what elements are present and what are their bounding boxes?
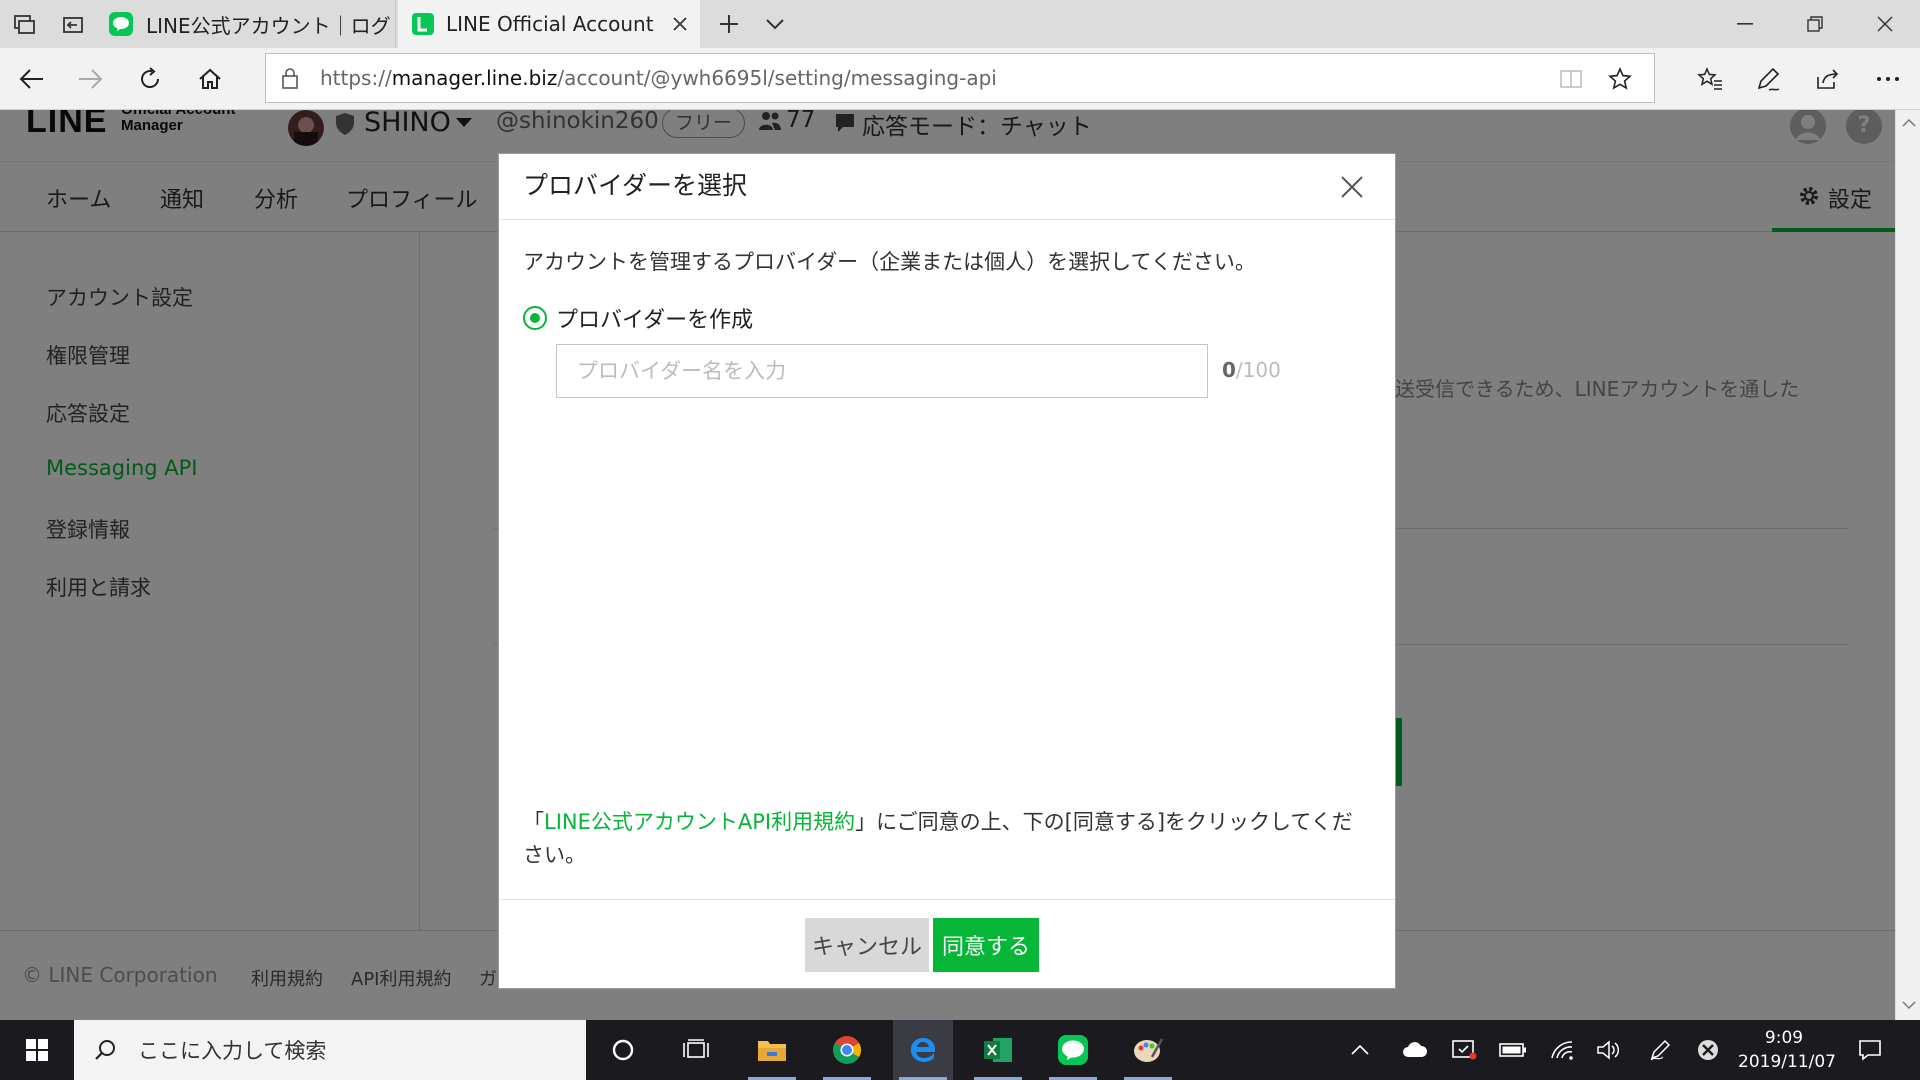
api-terms-link[interactable]: LINE公式アカウントAPI利用規約	[544, 810, 855, 834]
share-icon[interactable]	[1808, 60, 1848, 98]
chrome-icon[interactable]	[817, 1020, 877, 1080]
minimize-icon[interactable]	[1722, 9, 1768, 39]
scroll-up-icon[interactable]	[1902, 118, 1916, 128]
create-provider-radio[interactable]	[523, 306, 547, 330]
agree-button[interactable]: 同意する	[933, 918, 1039, 972]
search-placeholder: ここに入力して検索	[138, 1039, 327, 1063]
url-text[interactable]: https://manager.line.biz/account/@ywh669…	[320, 54, 997, 102]
select-provider-modal: プロバイダーを選択 アカウントを管理するプロバイダー（企業または個人）を選択して…	[498, 153, 1396, 989]
modal-header: プロバイダーを選択	[499, 154, 1395, 220]
refresh-icon[interactable]	[130, 60, 170, 98]
modal-description: アカウントを管理するプロバイダー（企業または個人）を選択してください。	[523, 250, 1256, 274]
line-chat-icon	[108, 11, 134, 37]
modal-footer: キャンセル 同意する	[499, 899, 1395, 989]
tab-line-oam-active[interactable]: LINE Official Account M	[398, 0, 700, 48]
restore-icon[interactable]	[1792, 9, 1838, 39]
lock-icon	[278, 66, 302, 90]
more-options-icon[interactable]	[1868, 60, 1908, 98]
cancel-button[interactable]: キャンセル	[805, 918, 929, 972]
volume-icon[interactable]	[1588, 1020, 1628, 1080]
windows-taskbar: ここに入力して検索 9:09 2019/11/07	[0, 1020, 1920, 1080]
forward-arrow-icon[interactable]	[70, 60, 110, 98]
windows-security-icon[interactable]	[1444, 1020, 1484, 1080]
pen-notes-icon[interactable]	[1748, 60, 1788, 98]
battery-icon[interactable]	[1493, 1020, 1533, 1080]
terms-prefix: 「	[523, 810, 544, 834]
windows-start-icon[interactable]	[7, 1020, 67, 1080]
clock-time: 9:09	[1764, 1028, 1804, 1048]
wifi-icon[interactable]	[1542, 1020, 1582, 1080]
char-count-max: /100	[1235, 358, 1281, 382]
close-tab-icon[interactable]	[665, 9, 695, 39]
browser-tab-bar: LINE公式アカウント｜ログイン画 LINE Official Account …	[0, 0, 1920, 48]
line-app-icon[interactable]	[1043, 1020, 1103, 1080]
clock-date: 2019/11/07	[1738, 1052, 1836, 1072]
excel-icon[interactable]	[968, 1020, 1028, 1080]
url-scheme: https://	[320, 66, 392, 90]
char-count-current: 0	[1222, 358, 1236, 382]
network-error-icon[interactable]	[1688, 1020, 1728, 1080]
onedrive-cloud-icon[interactable]	[1395, 1020, 1435, 1080]
back-arrow-icon[interactable]	[12, 60, 52, 98]
url-path: /account/@ywh6695l/setting/messaging-api	[557, 66, 997, 90]
terms-notice: 「LINE公式アカウントAPI利用規約」にご同意の上、下の[同意する]をクリック…	[523, 806, 1373, 872]
provider-name-input[interactable]	[556, 344, 1208, 398]
tab-label: LINE公式アカウント｜ログイン画	[146, 13, 391, 38]
taskbar-search-box[interactable]: ここに入力して検索	[74, 1020, 586, 1080]
address-bar[interactable]: https://manager.line.biz/account/@ywh669…	[265, 53, 1655, 103]
search-icon	[94, 1039, 116, 1061]
tab-label: LINE Official Account M	[446, 12, 661, 36]
url-host: manager.line.biz	[391, 66, 558, 90]
create-provider-label[interactable]: プロバイダーを作成	[556, 302, 753, 334]
taskbar-clock[interactable]: 9:09 2019/11/07	[1738, 1026, 1836, 1074]
tab-list-chevron-icon[interactable]	[758, 9, 792, 39]
new-tab-icon[interactable]	[712, 9, 746, 39]
task-view-icon[interactable]	[666, 1020, 726, 1080]
action-center-icon[interactable]	[1840, 1020, 1900, 1080]
pen-workspace-icon[interactable]	[1640, 1020, 1680, 1080]
close-window-icon[interactable]	[1862, 9, 1908, 39]
show-hidden-icons-icon[interactable]	[1340, 1020, 1380, 1080]
tab-actions-icon[interactable]	[8, 12, 42, 38]
scroll-down-icon[interactable]	[1902, 1000, 1916, 1010]
favorites-hub-icon[interactable]	[1690, 60, 1730, 98]
edge-icon[interactable]	[893, 1020, 953, 1080]
favorite-star-icon[interactable]	[1604, 64, 1636, 94]
close-icon[interactable]	[1339, 174, 1365, 200]
line-favicon-icon	[412, 13, 434, 35]
paint-palette-icon[interactable]	[1118, 1020, 1178, 1080]
tab-line-login[interactable]: LINE公式アカウント｜ログイン画	[98, 0, 396, 48]
cortana-icon[interactable]	[593, 1020, 653, 1080]
modal-title: プロバイダーを選択	[523, 171, 748, 200]
char-counter: 0/100	[1222, 358, 1281, 382]
browser-toolbar: https://manager.line.biz/account/@ywh669…	[0, 48, 1920, 110]
set-aside-tabs-icon[interactable]	[56, 12, 90, 38]
file-explorer-icon[interactable]	[742, 1020, 802, 1080]
home-icon[interactable]	[190, 60, 230, 98]
reading-view-icon[interactable]	[1556, 66, 1586, 92]
page-scrollbar[interactable]	[1895, 110, 1920, 1020]
